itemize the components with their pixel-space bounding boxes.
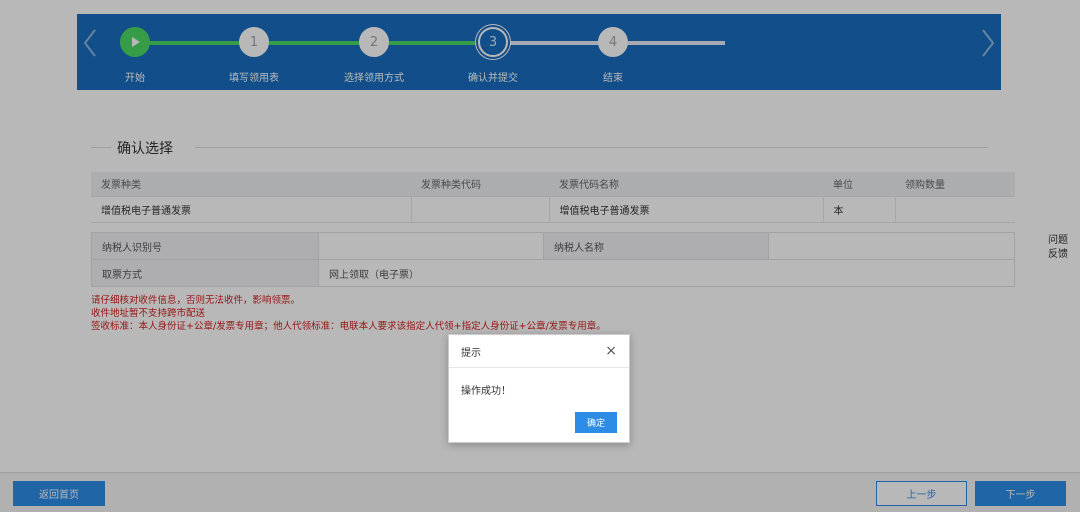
close-icon[interactable]: ×	[605, 344, 617, 358]
dialog-header: 提示 ×	[449, 335, 629, 368]
dialog-message: 操作成功！	[461, 386, 511, 397]
confirm-button[interactable]: 确定	[575, 412, 617, 433]
alert-dialog: 提示 × 操作成功！ 确定	[448, 334, 630, 443]
dialog-title: 提示	[461, 347, 481, 359]
dialog-footer: 确定	[449, 412, 629, 433]
